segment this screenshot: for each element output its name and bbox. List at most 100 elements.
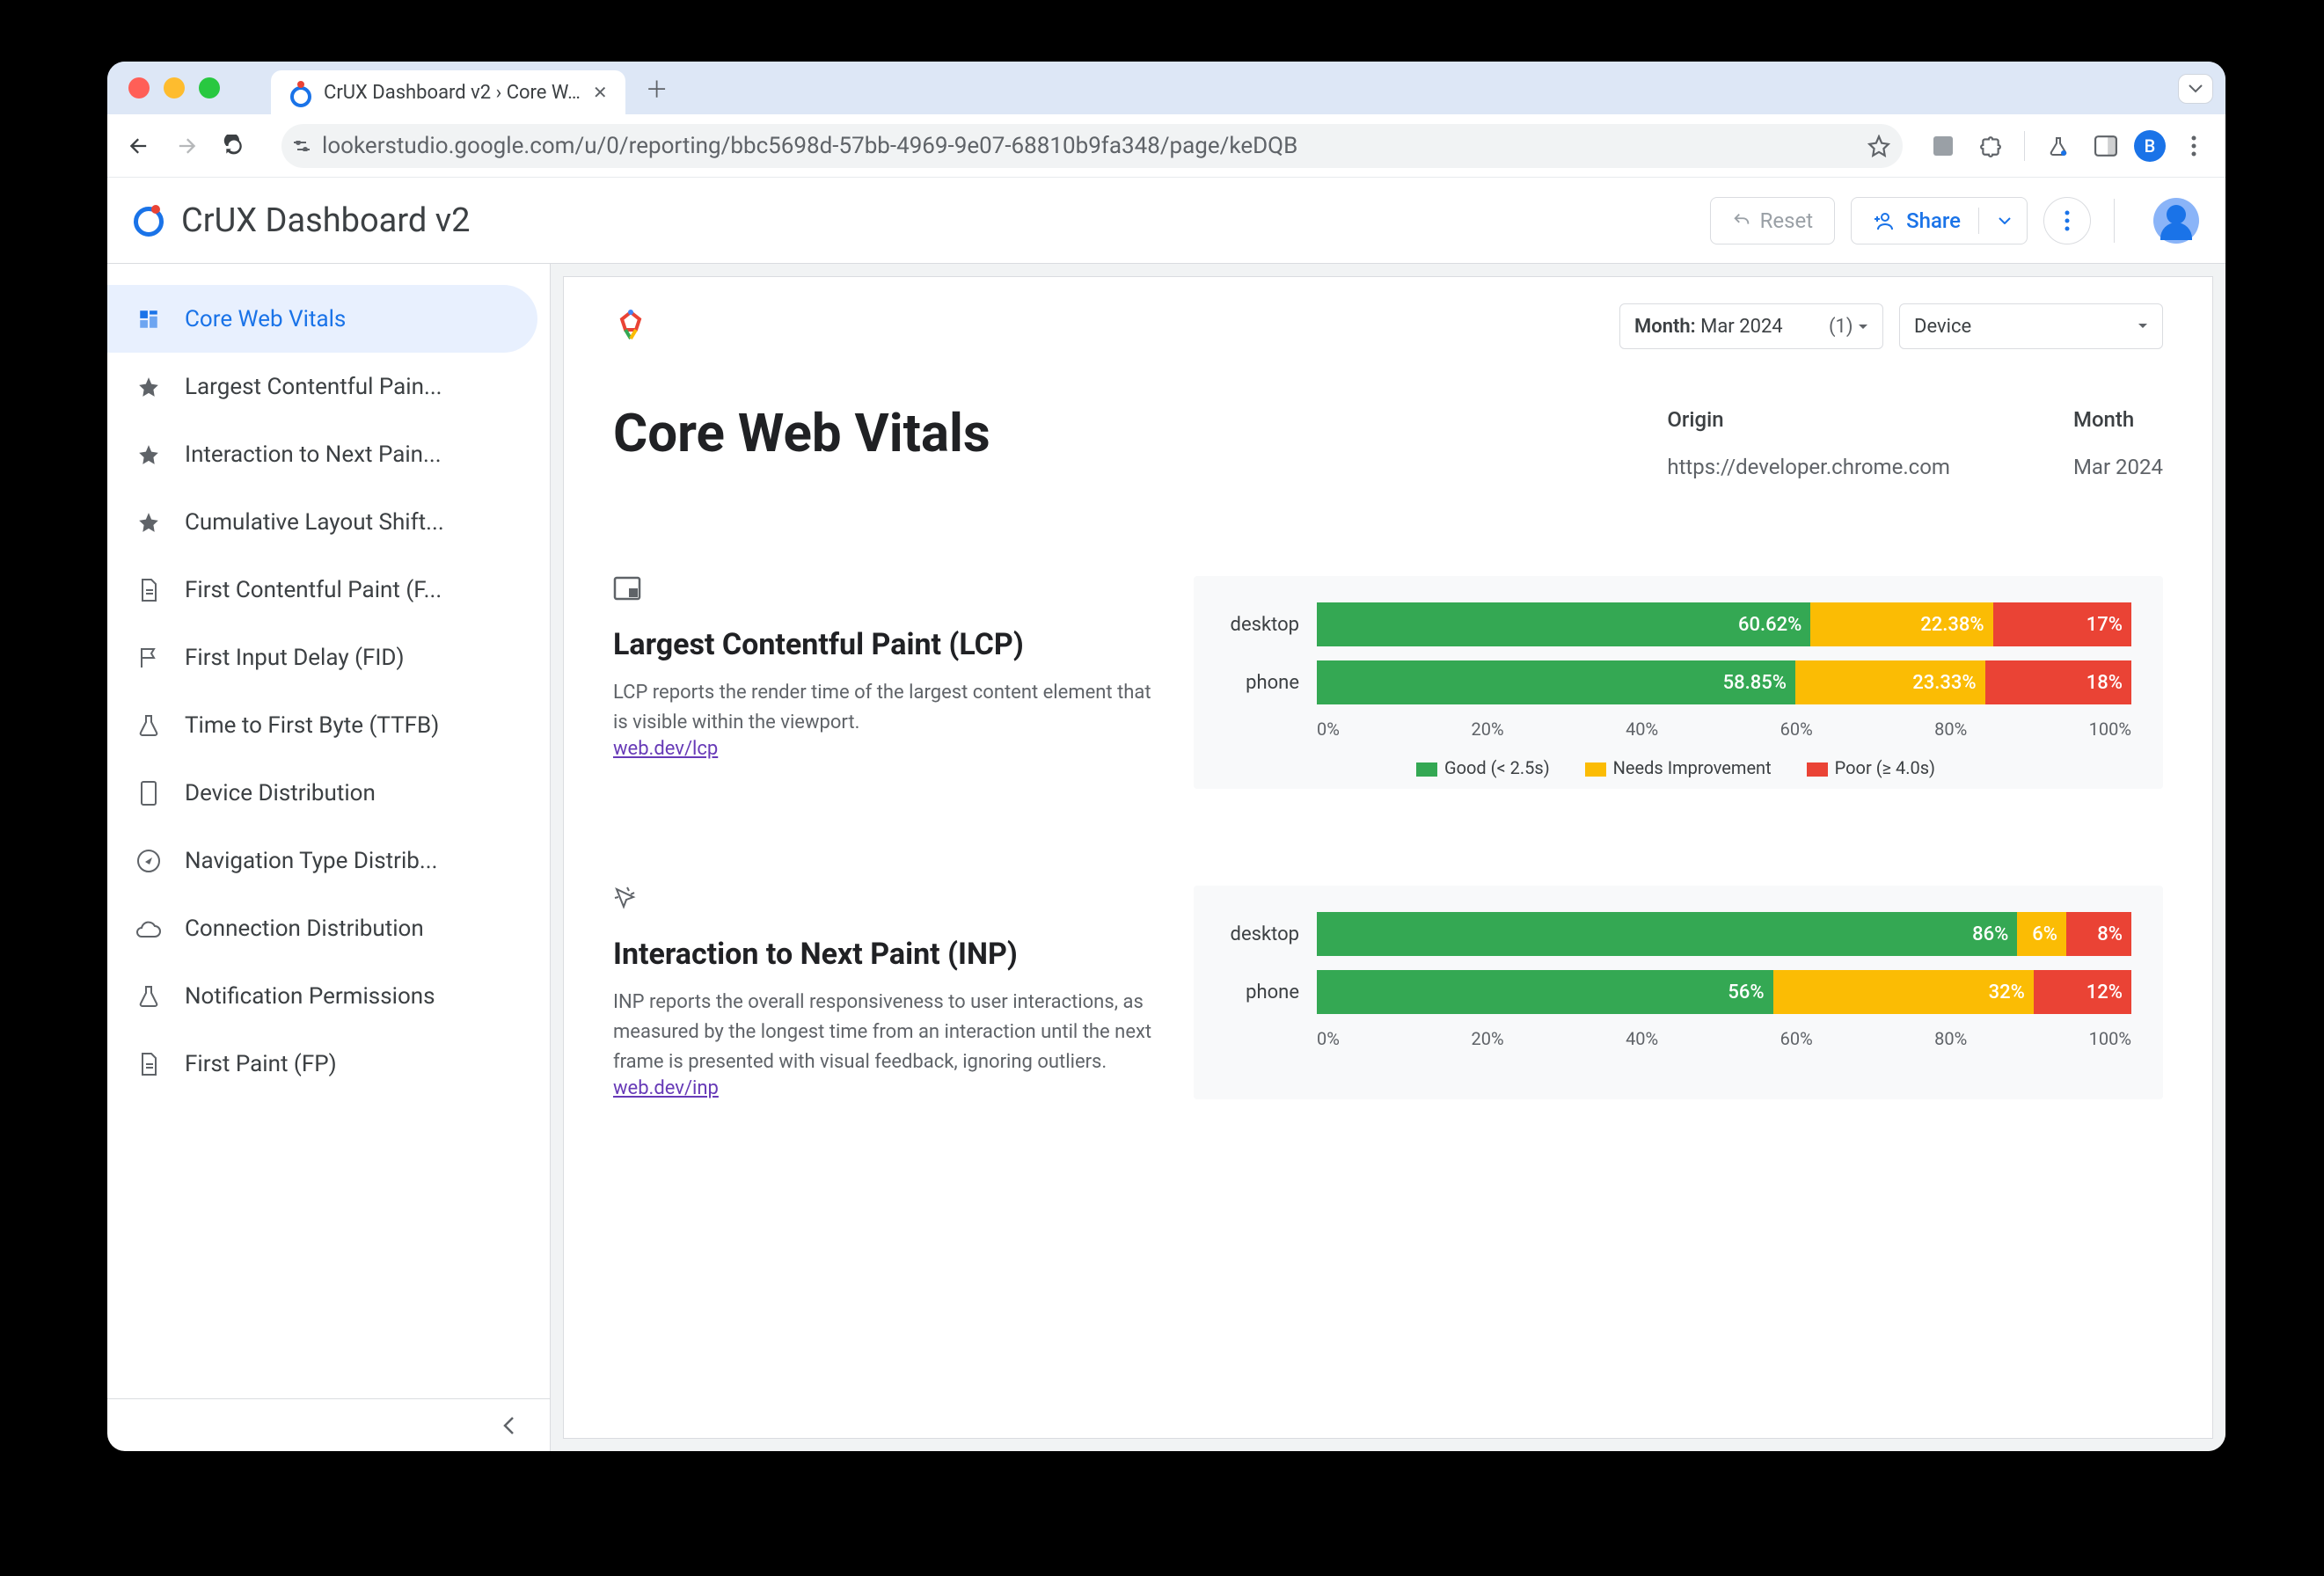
tab-close-icon[interactable]: ✕ <box>593 82 608 103</box>
metric-1: Interaction to Next Paint (INP) INP repor… <box>613 886 2163 1099</box>
tick-label: 100% <box>2089 1028 2131 1049</box>
labs-button[interactable] <box>2039 127 2078 165</box>
doc-icon <box>135 578 162 602</box>
url-field[interactable]: lookerstudio.google.com/u/0/reporting/bb… <box>281 124 1903 168</box>
segment-poor: 12% <box>2034 970 2131 1014</box>
app-logo <box>134 205 165 237</box>
cloud-icon <box>135 919 162 938</box>
site-info-button[interactable] <box>294 141 310 151</box>
chevron-down-icon <box>2189 84 2203 93</box>
legend-item: Poor (≥ 4.0s) <box>1807 757 1935 778</box>
sidebar-item-label: First Paint (FP) <box>185 1051 337 1077</box>
chevron-left-icon <box>502 1416 515 1435</box>
maximize-window-button[interactable] <box>199 77 220 98</box>
device-icon <box>135 780 162 806</box>
sidebar-item-1[interactable]: Largest Contentful Pain... <box>107 353 537 420</box>
category-label: phone <box>1220 981 1299 1003</box>
segment-good: 60.62% <box>1317 602 1810 646</box>
side-panel-button[interactable] <box>2086 127 2125 165</box>
sidebar-item-2[interactable]: Interaction to Next Pain... <box>107 420 537 488</box>
account-button[interactable] <box>2153 198 2199 244</box>
sidebar-item-3[interactable]: Cumulative Layout Shift... <box>107 488 537 556</box>
metric-link[interactable]: web.dev/lcp <box>613 738 718 760</box>
sidebar-collapse-button[interactable] <box>107 1398 550 1451</box>
tick-label: 100% <box>2089 719 2131 740</box>
browser-window: CrUX Dashboard v2 › Core W… ✕ ＋ lookerst… <box>107 62 2225 1451</box>
extensions-button[interactable] <box>1971 127 2010 165</box>
sidebar-item-label: Interaction to Next Pain... <box>185 441 442 468</box>
new-tab-button[interactable]: ＋ <box>641 72 673 104</box>
close-window-button[interactable] <box>128 77 150 98</box>
dashboard-icon <box>135 308 162 331</box>
share-dropdown[interactable] <box>1991 217 2018 224</box>
metric-title: Interaction to Next Paint (INP) <box>613 937 1158 972</box>
browser-tab[interactable]: CrUX Dashboard v2 › Core W… ✕ <box>271 70 625 114</box>
cursor-icon <box>613 886 1158 910</box>
sidebar-item-label: Core Web Vitals <box>185 306 346 332</box>
reset-label: Reset <box>1760 208 1813 233</box>
arrow-right-icon <box>174 134 199 158</box>
month-filter[interactable]: Month: Mar 2024 (1) <box>1619 303 1883 349</box>
share-label: Share <box>1906 208 1961 233</box>
tick-label: 40% <box>1626 719 1780 740</box>
sidebar-item-11[interactable]: First Paint (FP) <box>107 1030 537 1098</box>
metric-0: Largest Contentful Paint (LCP)LCP report… <box>613 576 2163 789</box>
more-vert-icon <box>2065 210 2070 231</box>
segment-good: 58.85% <box>1317 660 1795 704</box>
segment-ni: 6% <box>2017 912 2066 956</box>
more-options-button[interactable] <box>2043 197 2091 244</box>
sidebar-item-label: Device Distribution <box>185 780 376 806</box>
tick-label: 40% <box>1626 1028 1780 1049</box>
stacked-bar: 58.85%23.33%18% <box>1317 660 2131 704</box>
sidebar-item-8[interactable]: Navigation Type Distrib... <box>107 827 537 894</box>
segment-poor: 17% <box>1993 602 2131 646</box>
sidebar-item-9[interactable]: Connection Distribution <box>107 894 537 962</box>
chrome-menu-button[interactable] <box>2174 127 2213 165</box>
titlebar: CrUX Dashboard v2 › Core W… ✕ ＋ <box>107 62 2225 114</box>
month-value: Mar 2024 <box>2073 455 2163 479</box>
device-filter[interactable]: Device <box>1899 303 2163 349</box>
tab-title: CrUX Dashboard v2 › Core W… <box>324 82 581 104</box>
sidebar-item-label: Connection Distribution <box>185 916 424 942</box>
profile-button[interactable]: B <box>2134 130 2166 162</box>
caret-down-icon <box>1999 217 2011 224</box>
sidebar-item-4[interactable]: First Contentful Paint (F... <box>107 556 537 624</box>
arrow-left-icon <box>127 134 151 158</box>
forward-button[interactable] <box>167 127 206 165</box>
extension-square-icon[interactable] <box>1924 127 1962 165</box>
segment-poor: 8% <box>2066 912 2131 956</box>
segment-good: 56% <box>1317 970 1773 1014</box>
sidebar-item-label: Cumulative Layout Shift... <box>185 509 444 536</box>
app-title: CrUX Dashboard v2 <box>181 201 470 240</box>
star-icon <box>135 511 162 534</box>
metric-desc: INP reports the overall responsiveness t… <box>613 988 1158 1077</box>
sidebar-item-7[interactable]: Device Distribution <box>107 759 537 827</box>
back-button[interactable] <box>120 127 158 165</box>
category-label: desktop <box>1220 614 1299 636</box>
star-icon <box>135 443 162 466</box>
sidebar-item-label: First Contentful Paint (F... <box>185 577 442 603</box>
sidebar-item-6[interactable]: Time to First Byte (TTFB) <box>107 691 537 759</box>
tick-label: 60% <box>1780 1028 1935 1049</box>
month-filter-value: Mar 2024 <box>1700 316 1783 338</box>
chart-row: phone56%32%12% <box>1220 970 2131 1014</box>
metric-link[interactable]: web.dev/inp <box>613 1077 719 1099</box>
address-bar: lookerstudio.google.com/u/0/reporting/bb… <box>107 114 2225 178</box>
share-button[interactable]: Share <box>1851 197 2028 244</box>
sidebar-item-0[interactable]: Core Web Vitals <box>107 285 537 353</box>
compass-icon <box>135 849 162 873</box>
tune-icon <box>294 141 310 151</box>
reload-button[interactable] <box>215 127 253 165</box>
origin-label: Origin <box>1667 407 1950 432</box>
reset-button[interactable]: Reset <box>1710 197 1835 244</box>
minimize-window-button[interactable] <box>164 77 185 98</box>
device-filter-label: Device <box>1914 316 1971 338</box>
sidebar-item-10[interactable]: Notification Permissions <box>107 962 537 1030</box>
metric-desc: LCP reports the render time of the large… <box>613 678 1158 738</box>
sidebar-item-5[interactable]: First Input Delay (FID) <box>107 624 537 691</box>
star-icon <box>1867 135 1890 157</box>
bookmark-button[interactable] <box>1867 135 1890 157</box>
more-vert-icon <box>2191 135 2196 157</box>
tabs-dropdown-button[interactable] <box>2178 74 2213 104</box>
tick-label: 20% <box>1472 719 1626 740</box>
